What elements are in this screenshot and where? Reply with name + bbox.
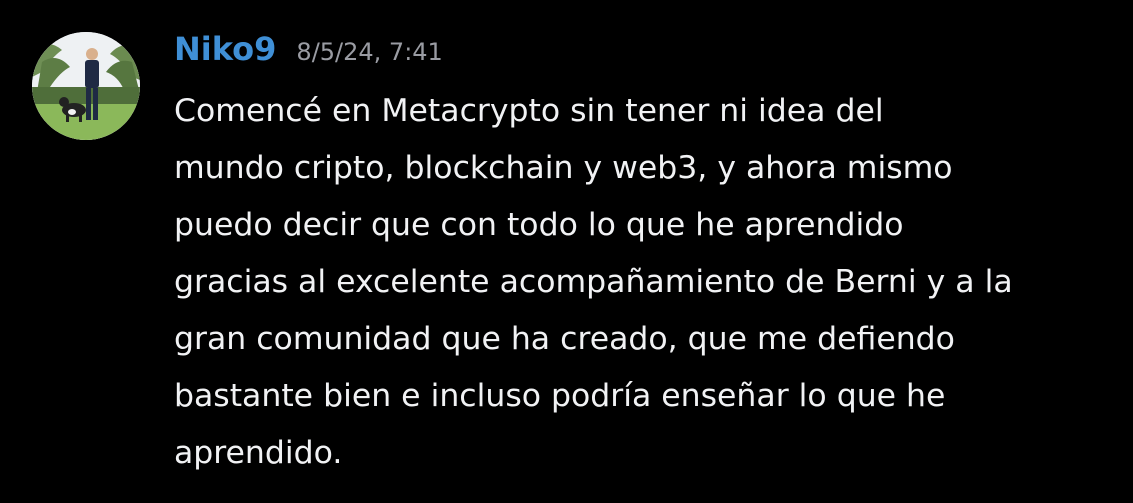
message-text-line: aprendido.	[174, 435, 343, 471]
message-text-line: bastante bien e incluso podría enseñar l…	[174, 378, 946, 414]
timestamp: 8/5/24, 7:41	[296, 38, 443, 66]
user-avatar-photo-icon	[32, 32, 140, 140]
message-text-line: puedo decir que con todo lo que he apren…	[174, 207, 904, 243]
username[interactable]: Niko9	[174, 30, 276, 68]
message-header: Niko9 8/5/24, 7:41	[174, 30, 443, 76]
message-text-line: gran comunidad que ha creado, que me def…	[174, 321, 955, 357]
message-content: Comencé en Metacrypto sin tener ni idea …	[174, 83, 1129, 482]
message-text-line: gracias al excelente acompañamiento de B…	[174, 264, 1013, 300]
avatar[interactable]	[32, 32, 140, 140]
message-text-line: Comencé en Metacrypto sin tener ni idea …	[174, 93, 884, 129]
chat-message: Niko9 8/5/24, 7:41 Comencé en Metacrypto…	[0, 0, 1133, 503]
message-text-line: mundo cripto, blockchain y web3, y ahora…	[174, 150, 953, 186]
